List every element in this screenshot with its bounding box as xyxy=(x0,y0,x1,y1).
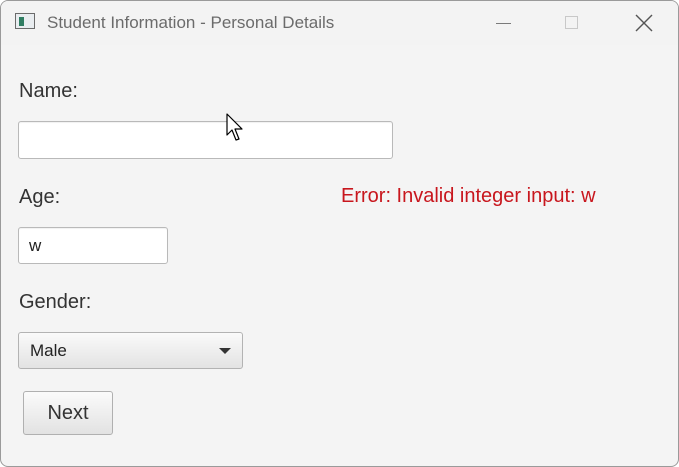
close-icon xyxy=(635,14,653,32)
title-bar[interactable]: Student Information - Personal Details xyxy=(1,1,678,45)
maximize-icon xyxy=(565,16,578,29)
maximize-button[interactable] xyxy=(549,1,595,45)
name-field[interactable] xyxy=(18,121,393,159)
app-window: Student Information - Personal Details N… xyxy=(0,0,679,467)
gender-label: Gender: xyxy=(19,291,92,313)
chevron-down-icon xyxy=(219,348,231,354)
mouse-cursor-icon xyxy=(226,113,243,141)
minimize-icon xyxy=(496,23,511,24)
name-label: Name: xyxy=(19,80,78,102)
window-title: Student Information - Personal Details xyxy=(47,13,335,32)
gender-selected-value: Male xyxy=(30,341,67,360)
age-field[interactable] xyxy=(18,227,168,264)
close-button[interactable] xyxy=(621,1,667,45)
next-button[interactable]: Next xyxy=(23,391,113,435)
minimize-button[interactable] xyxy=(481,1,527,45)
app-icon xyxy=(15,13,35,29)
gender-dropdown[interactable]: Male xyxy=(18,332,243,369)
age-label: Age: xyxy=(19,186,61,208)
error-message: Error: Invalid integer input: w xyxy=(341,185,596,207)
